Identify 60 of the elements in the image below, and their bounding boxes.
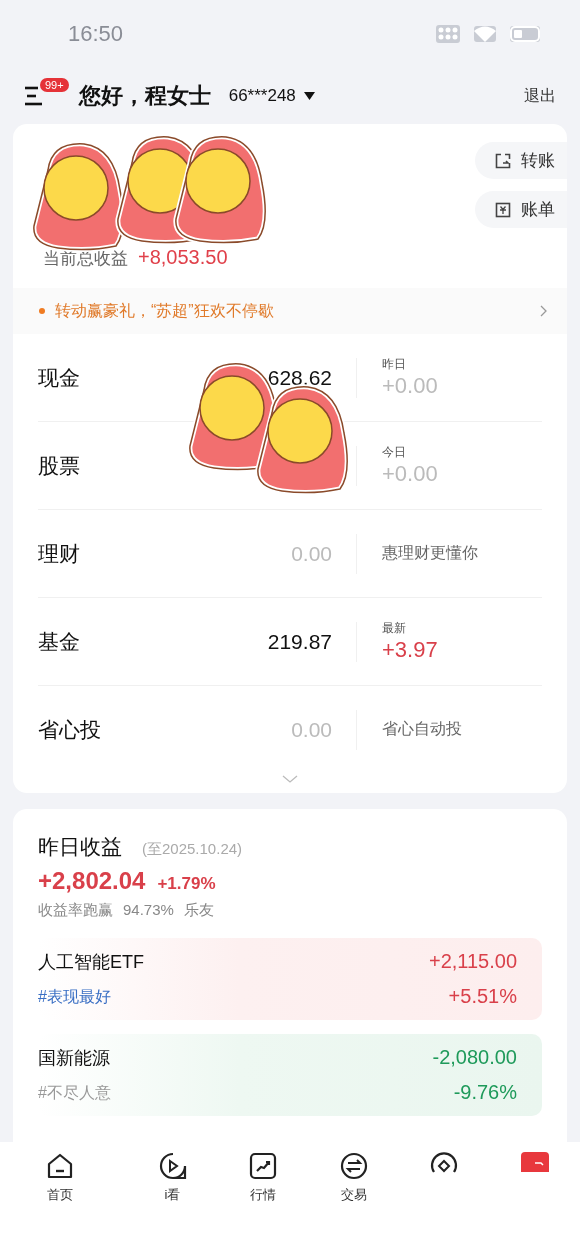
exchange-icon[interactable] (339, 1152, 368, 1180)
fund-name: 人工智能ETF (38, 951, 144, 974)
holding-value: 219.87 (267, 629, 332, 653)
beat-value: 94.73% (123, 901, 174, 920)
wifi-icon (474, 26, 496, 42)
status-time: 16:50 (68, 21, 124, 47)
nav-label[interactable]: 行情 (250, 1186, 277, 1204)
chevron-right-icon (540, 305, 547, 317)
beat-suffix: 乐友 (183, 901, 214, 920)
fund-rate: +5.51% (448, 985, 517, 1008)
logout-link[interactable]: 退出 (524, 85, 556, 107)
fund-amount: +2,115.00 (428, 950, 517, 973)
holding-name: 理财 (38, 540, 81, 567)
nav-label[interactable]: i看 (164, 1186, 181, 1204)
holding-note: +0.00 (382, 461, 439, 487)
fund-amount: -2,080.00 (432, 1046, 517, 1069)
holding-name: 省心投 (38, 716, 102, 743)
holding-value: 0.00 (291, 717, 332, 741)
note-label: 昨日 (382, 356, 407, 373)
chart-icon[interactable] (249, 1152, 278, 1180)
home-icon[interactable] (45, 1152, 74, 1180)
holding-value: 628.62 (267, 365, 332, 389)
caret-icon[interactable] (303, 92, 315, 100)
square-icon[interactable] (520, 1152, 549, 1172)
fund-card[interactable]: 国新能源 #不尽人意 -2,080.00 -9.76% (38, 1034, 542, 1116)
holding-name: 基金 (38, 628, 81, 655)
bill-icon (495, 201, 511, 218)
note-label: 今日 (382, 444, 407, 461)
signal-icon (436, 25, 460, 43)
bullet-icon (39, 308, 45, 314)
transfer-icon (495, 152, 511, 169)
fund-tag: #不尽人意 (38, 1083, 111, 1104)
holding-name: 现金 (38, 364, 81, 391)
section-title: 昨日收益 (38, 834, 122, 860)
holding-note: +3.97 (382, 637, 439, 663)
fund-name: 国新能源 (38, 1047, 111, 1070)
nav-label[interactable]: 首页 (46, 1186, 73, 1204)
fund-tag: #表现最好 (38, 987, 144, 1008)
play-icon[interactable] (158, 1152, 187, 1180)
total-profit-value: +8,053.50 (138, 246, 228, 269)
greeting: 您好，程女士 (78, 82, 211, 110)
holding-note: +0.00 (382, 373, 439, 399)
notification-badge: 99+ (40, 78, 69, 92)
holding-name: 股票 (38, 452, 81, 479)
holding-note: 惠理财更懂你 (382, 543, 479, 563)
note-label: 最新 (382, 620, 407, 637)
promo-text: 转动赢豪礼，“苏超”狂欢不停歇 (55, 300, 274, 321)
nav-label[interactable]: 交易 (340, 1186, 367, 1204)
fund-rate: -9.76% (453, 1081, 517, 1104)
action-pill[interactable]: 转账 (475, 142, 567, 179)
yesterday-rate: +1.79% (157, 874, 216, 894)
date-note: (至2025.10.24) (142, 840, 243, 859)
beat-label: 收益率跑赢 (38, 901, 113, 920)
battery-icon (510, 26, 540, 42)
account-number[interactable]: 66***248 (228, 86, 296, 106)
fund-card[interactable]: 人工智能ETF #表现最好 +2,115.00 +5.51% (38, 938, 542, 1020)
yesterday-profit: +2,802.04 (38, 867, 146, 895)
holding-note: 省心自动投 (382, 719, 463, 739)
action-pill[interactable]: 账单 (475, 191, 567, 228)
holding-value: 0.00 (291, 541, 332, 565)
